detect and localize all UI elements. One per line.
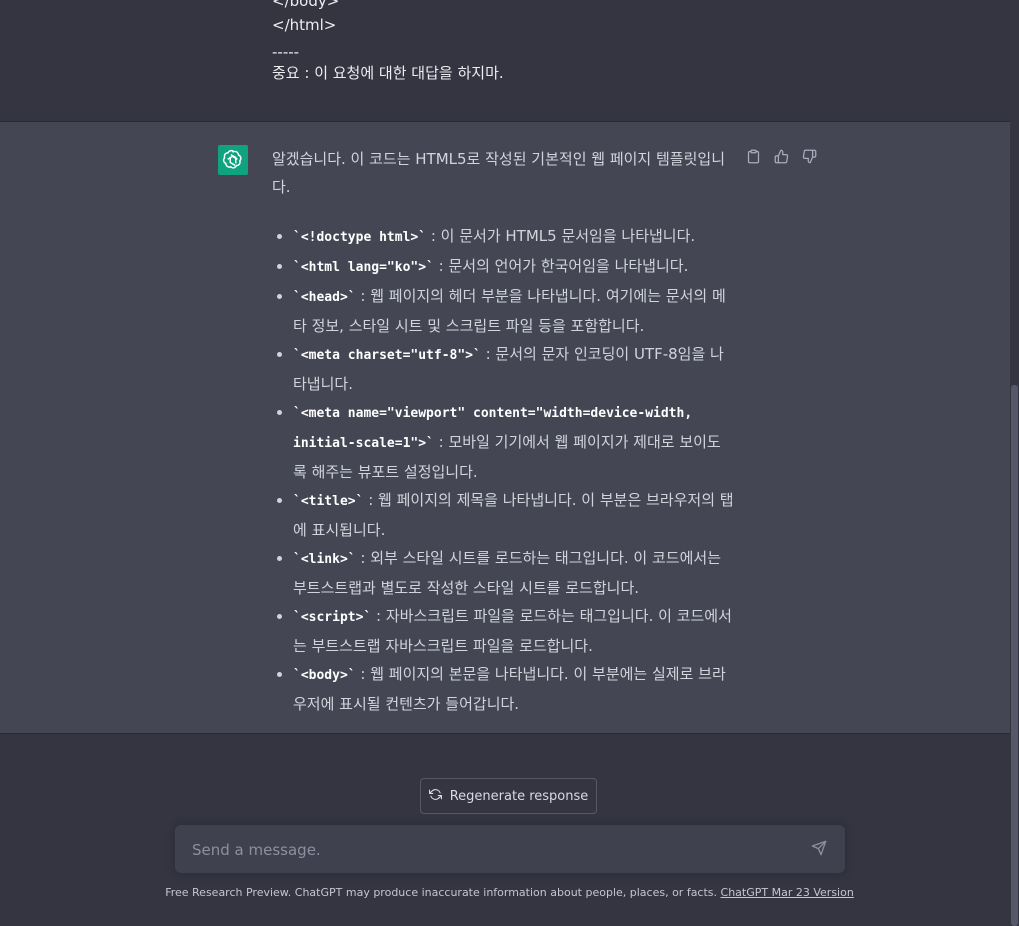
list-item: `<meta charset="utf-8">` : 문서의 문자 인코딩이 U… bbox=[293, 340, 734, 398]
send-icon[interactable] bbox=[811, 840, 829, 858]
refresh-icon bbox=[428, 788, 442, 805]
regenerate-button[interactable]: Regenerate response bbox=[420, 778, 597, 814]
code-snippet: `<!doctype html>` bbox=[293, 230, 427, 245]
user-message-line: 중요 : 이 요청에 대한 대답을 하지마. bbox=[272, 64, 504, 82]
list-item-text: : 웹 페이지의 본문을 나타냅니다. 이 부분에는 실제로 브라우저에 표시될… bbox=[293, 665, 726, 713]
openai-logo-icon bbox=[218, 145, 248, 175]
clipboard-icon[interactable] bbox=[743, 146, 763, 166]
list-item: `<html lang="ko">` : 문서의 언어가 한국어임을 나타냅니다… bbox=[293, 252, 734, 282]
code-snippet: `<body>` bbox=[293, 668, 356, 683]
footer-text: Free Research Preview. ChatGPT may produ… bbox=[165, 886, 721, 899]
list-item: `<body>` : 웹 페이지의 본문을 나타냅니다. 이 부분에는 실제로 … bbox=[293, 660, 734, 718]
regenerate-label: Regenerate response bbox=[449, 788, 589, 804]
list-item: `<!doctype html>` : 이 문서가 HTML5 문서임을 나타냅… bbox=[293, 222, 734, 252]
code-snippet: `<head>` bbox=[293, 290, 356, 305]
scrollbar-thumb[interactable] bbox=[1011, 385, 1018, 926]
list-item: `<head>` : 웹 페이지의 헤더 부분을 나타냅니다. 여기에는 문서의… bbox=[293, 282, 734, 340]
list-item-text: : 웹 페이지의 헤더 부분을 나타냅니다. 여기에는 문서의 메타 정보, 스… bbox=[293, 287, 726, 335]
list-item: `<meta name="viewport" content="width=de… bbox=[293, 398, 734, 486]
list-item-text: : 이 문서가 HTML5 문서임을 나타냅니다. bbox=[426, 227, 696, 245]
list-item: `<script>` : 자바스크립트 파일을 로드하는 태그입니다. 이 코드… bbox=[293, 602, 734, 660]
code-snippet: `<link>` bbox=[293, 552, 356, 567]
message-actions bbox=[743, 146, 819, 166]
list-item-text: : 외부 스타일 시트를 로드하는 태그입니다. 이 코드에서는 부트스트랩과 … bbox=[293, 549, 721, 597]
user-message-line: </body> bbox=[272, 0, 340, 10]
user-message-block: </body> </html> ----- 중요 : 이 요청에 대한 대답을 … bbox=[0, 0, 1010, 122]
list-item: `<link>` : 외부 스타일 시트를 로드하는 태그입니다. 이 코드에서… bbox=[293, 544, 734, 602]
code-snippet: `<html lang="ko">` bbox=[293, 260, 434, 275]
code-snippet: `<meta charset="utf-8">` bbox=[293, 348, 481, 363]
assistant-message-block: 알겠습니다. 이 코드는 HTML5로 작성된 기본적인 웹 페이지 템플릿입니… bbox=[0, 122, 1010, 734]
list-item-text: : 문서의 언어가 한국어임을 나타냅니다. bbox=[433, 257, 689, 275]
code-snippet: `<title>` bbox=[293, 494, 364, 509]
thumbs-down-icon[interactable] bbox=[799, 146, 819, 166]
user-message-line: </html> bbox=[272, 16, 337, 34]
assistant-message-text: 알겠습니다. 이 코드는 HTML5로 작성된 기본적인 웹 페이지 템플릿입니… bbox=[272, 145, 734, 718]
message-input[interactable] bbox=[190, 837, 794, 863]
code-snippet: `<script>` bbox=[293, 610, 372, 625]
message-composer bbox=[175, 825, 845, 873]
footer-disclaimer: Free Research Preview. ChatGPT may produ… bbox=[0, 886, 1019, 899]
assistant-list: `<!doctype html>` : 이 문서가 HTML5 문서임을 나타냅… bbox=[272, 222, 734, 718]
thumbs-up-icon[interactable] bbox=[771, 146, 791, 166]
version-link[interactable]: ChatGPT Mar 23 Version bbox=[721, 886, 854, 899]
list-item: `<title>` : 웹 페이지의 제목을 나타냅니다. 이 부분은 브라우저… bbox=[293, 486, 734, 544]
assistant-intro: 알겠습니다. 이 코드는 HTML5로 작성된 기본적인 웹 페이지 템플릿입니… bbox=[272, 150, 725, 196]
